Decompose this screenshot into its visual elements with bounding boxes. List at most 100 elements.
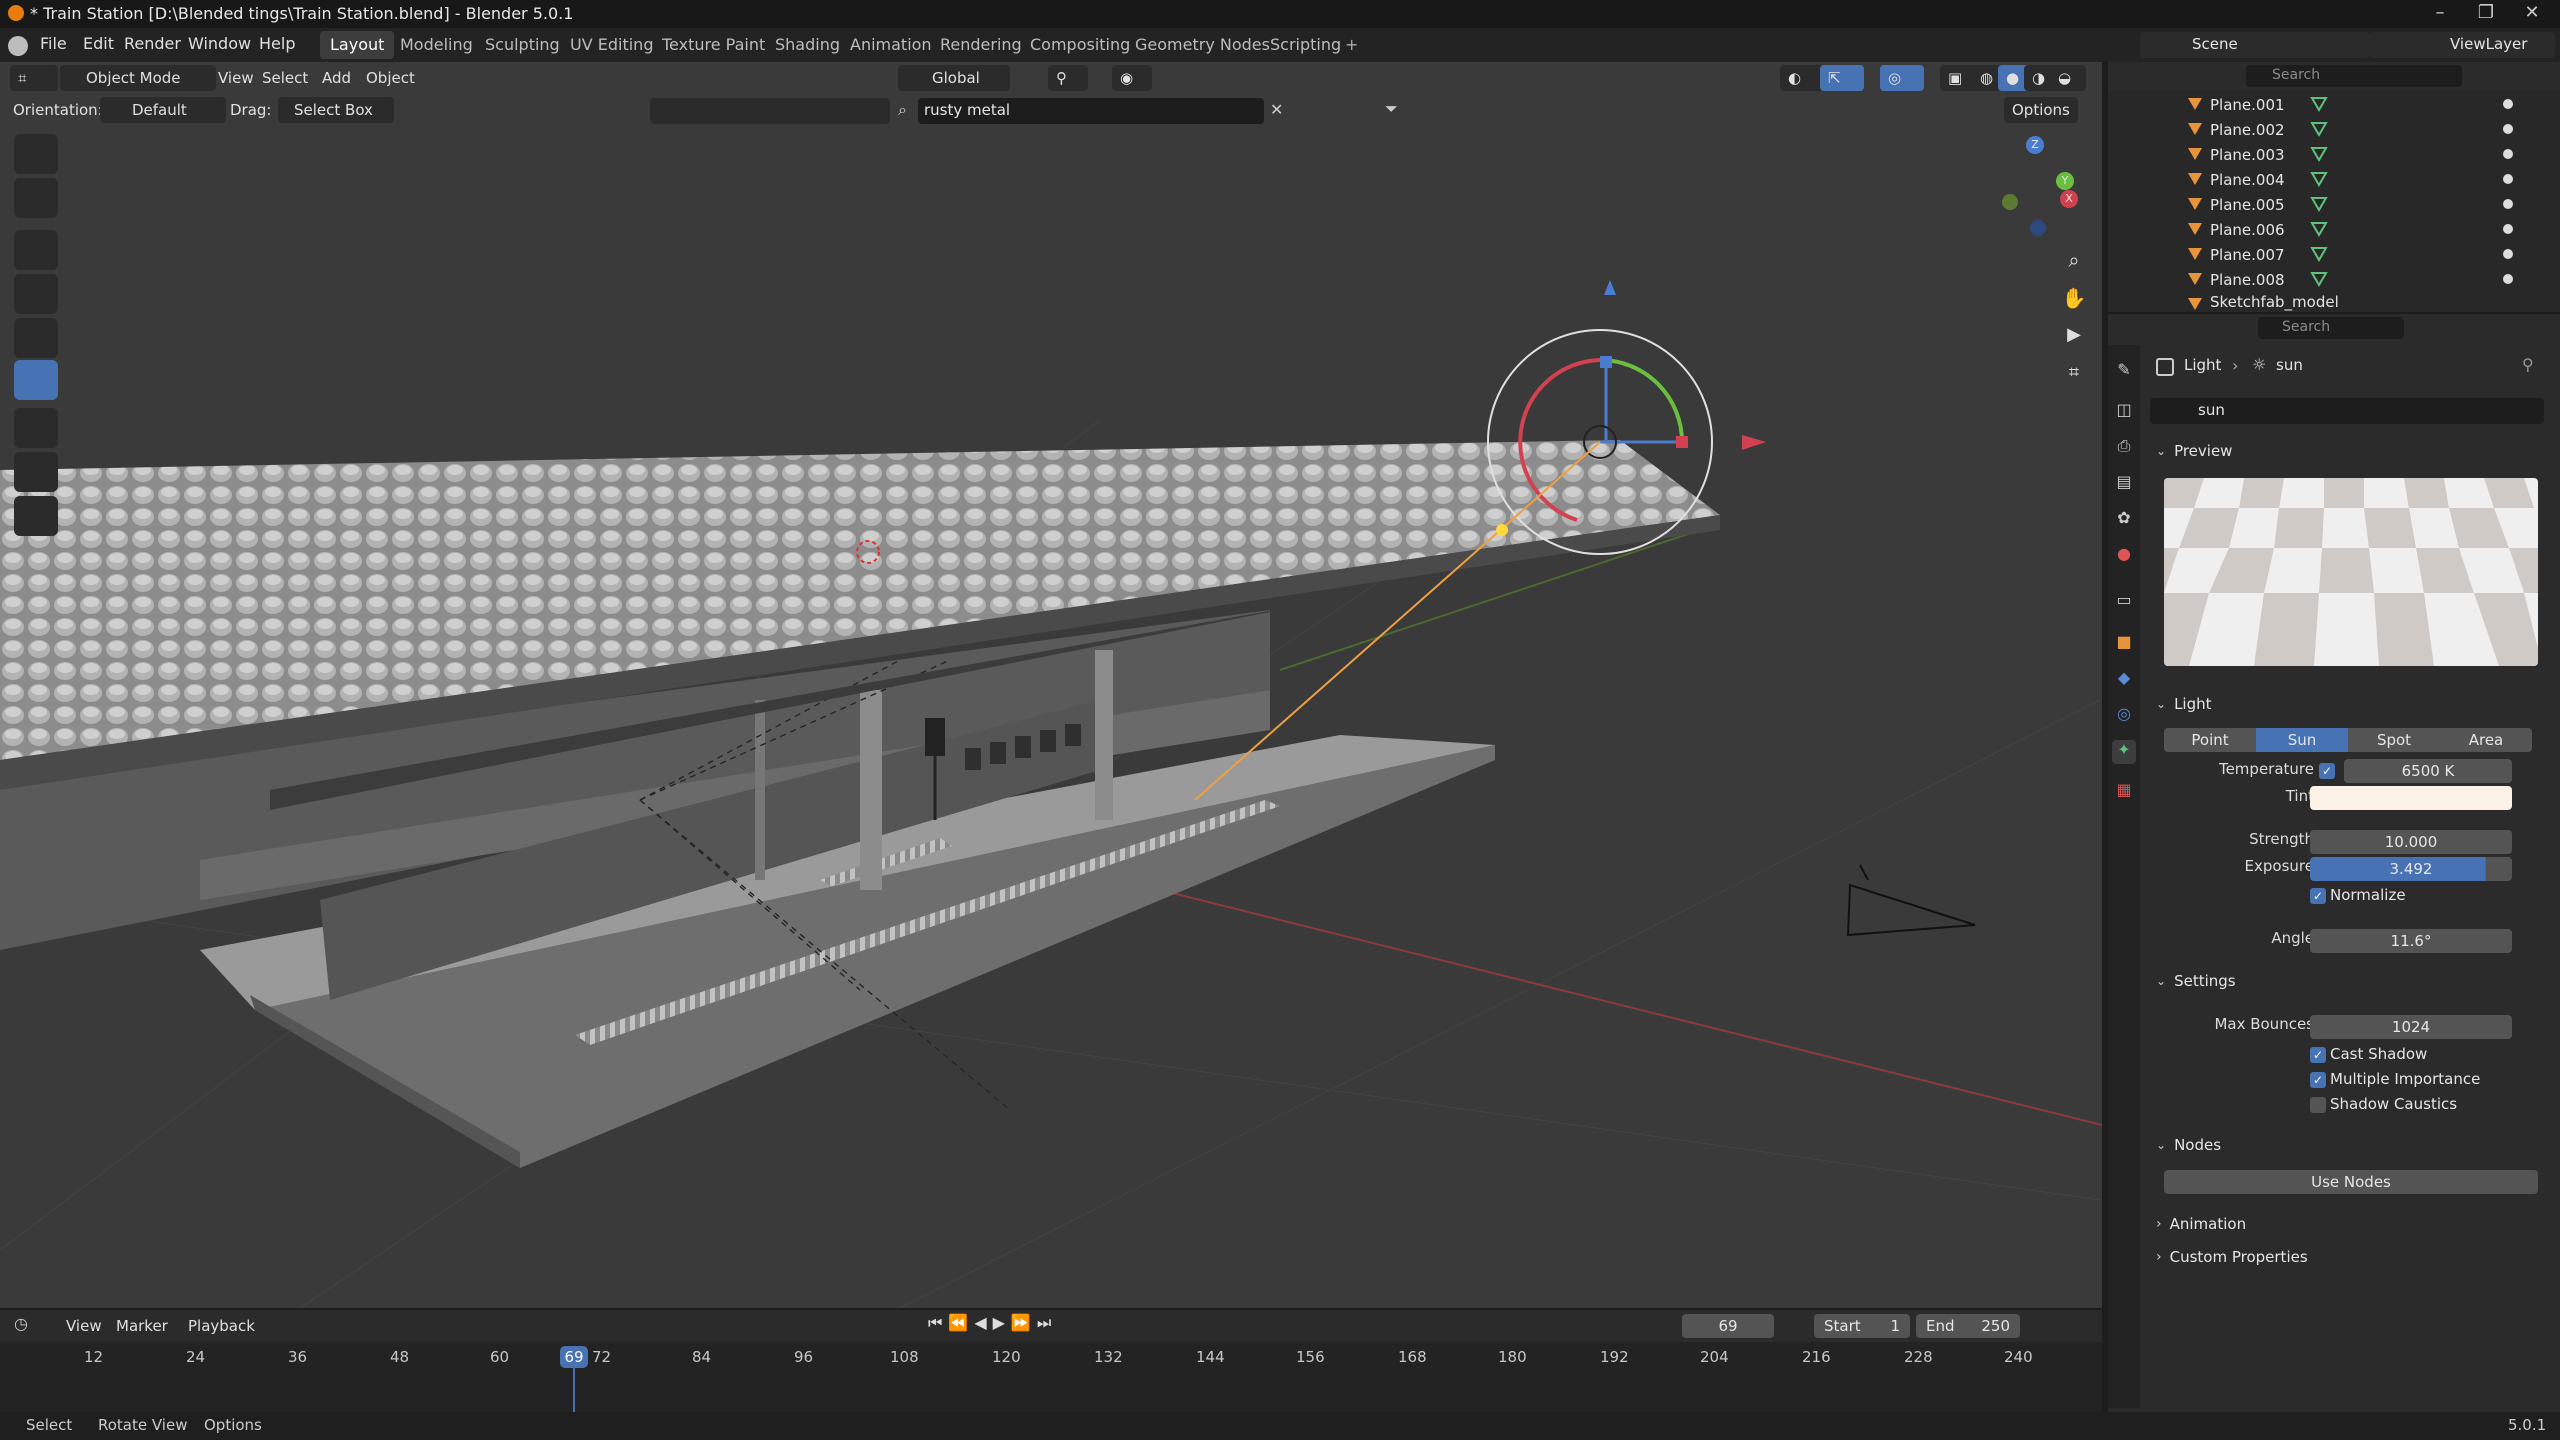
- view-layer-tab-icon[interactable]: ▤: [2112, 472, 2136, 496]
- maximize-icon[interactable]: ❐: [2466, 2, 2506, 26]
- outliner-search[interactable]: Search: [2246, 65, 2462, 87]
- world-tab-icon[interactable]: ●: [2112, 544, 2136, 568]
- add-workspace-icon[interactable]: +: [1335, 31, 1368, 59]
- max-bounces-field[interactable]: 1024: [2310, 1015, 2512, 1039]
- move-tool-icon[interactable]: [14, 230, 58, 270]
- tab-shading[interactable]: Shading: [765, 31, 850, 59]
- cast-shadow-checkbox[interactable]: ✓: [2310, 1047, 2326, 1063]
- angle-field[interactable]: 11.6°: [2310, 929, 2512, 953]
- viewlayer-selector[interactable]: ViewLayer: [2370, 32, 2555, 58]
- use-nodes-button[interactable]: Use Nodes: [2164, 1170, 2538, 1194]
- transform-tool-icon[interactable]: [14, 360, 58, 400]
- clear-search-icon[interactable]: ✕: [1270, 100, 1283, 119]
- scene-tab-icon[interactable]: ✿: [2112, 508, 2136, 532]
- physics-tab-icon[interactable]: ◎: [2112, 704, 2136, 728]
- shadow-caustics-checkbox[interactable]: [2310, 1097, 2326, 1113]
- preview-panel-header[interactable]: ⌄ Preview: [2150, 436, 2544, 466]
- navigation-gizmo[interactable]: Z Y X: [1990, 136, 2080, 236]
- output-tab-icon[interactable]: ⎙: [2112, 436, 2136, 460]
- tab-modeling[interactable]: Modeling: [390, 31, 483, 59]
- select-box-tool-icon[interactable]: [14, 134, 58, 174]
- datablock-selector[interactable]: sun: [2150, 398, 2544, 424]
- pin-icon[interactable]: ⚲: [2522, 355, 2534, 374]
- exposure-field[interactable]: 3.492: [2310, 857, 2512, 881]
- transform-orientation-dropdown[interactable]: Global: [898, 65, 1010, 91]
- tab-geometry-nodes[interactable]: Geometry Nodes: [1125, 31, 1280, 59]
- axis-negz-icon[interactable]: [2030, 220, 2046, 236]
- modifier-tab-icon[interactable]: ◆: [2112, 668, 2136, 692]
- start-frame-field[interactable]: Start 1: [1814, 1314, 1910, 1338]
- add-cube-tool-icon[interactable]: [14, 496, 58, 536]
- 3d-viewport[interactable]: ⌗ Object Mode View Select Add Object Glo…: [0, 62, 2102, 1308]
- xray-icon[interactable]: ▣: [1940, 65, 1976, 91]
- pan-icon[interactable]: ✋: [2058, 286, 2090, 318]
- custom-props-panel-header[interactable]: › Custom Properties: [2150, 1242, 2544, 1272]
- playback-controls[interactable]: ⏮⏪◀▶⏩⏭: [928, 1313, 1057, 1333]
- cursor-tool-icon[interactable]: [14, 178, 58, 218]
- camera-view-icon[interactable]: ▶: [2058, 324, 2090, 356]
- nodes-panel-header[interactable]: ⌄ Nodes: [2150, 1130, 2544, 1160]
- tool-tab-icon[interactable]: ✎: [2112, 360, 2136, 384]
- timeline-menu-playback[interactable]: Playback: [180, 1313, 263, 1339]
- collection-tab-icon[interactable]: ▭: [2112, 590, 2136, 614]
- multiple-importance-checkbox[interactable]: ✓: [2310, 1072, 2326, 1088]
- proportional-edit-icon[interactable]: ◉: [1112, 65, 1152, 91]
- normalize-checkbox[interactable]: ✓: [2310, 888, 2326, 904]
- measure-tool-icon[interactable]: [14, 452, 58, 492]
- scale-tool-icon[interactable]: [14, 318, 58, 358]
- end-frame-field[interactable]: End 250: [1916, 1314, 2020, 1338]
- rotate-tool-icon[interactable]: [14, 274, 58, 314]
- gizmo-icon[interactable]: ⇱: [1820, 65, 1864, 91]
- menu-file[interactable]: File: [40, 34, 67, 53]
- drag-dropdown[interactable]: Select Box: [278, 97, 394, 123]
- viewport-search-input[interactable]: rusty metal: [918, 98, 1264, 124]
- tint-color-swatch[interactable]: [2310, 786, 2512, 810]
- blender-menu-icon[interactable]: [8, 36, 28, 56]
- render-tab-icon[interactable]: ◫: [2112, 400, 2136, 424]
- menu-window[interactable]: Window: [188, 34, 251, 53]
- filter-icon[interactable]: ⏷: [1385, 99, 1398, 119]
- tab-rendering[interactable]: Rendering: [930, 31, 1032, 59]
- minimize-icon[interactable]: –: [2420, 2, 2460, 26]
- strength-field[interactable]: 10.000: [2310, 830, 2512, 854]
- light-type-sun[interactable]: Sun: [2256, 728, 2348, 752]
- mode-dropdown[interactable]: Object Mode: [60, 65, 216, 91]
- timeline-menu-marker[interactable]: Marker: [108, 1313, 176, 1339]
- tab-texture-paint[interactable]: Texture Paint: [652, 31, 775, 59]
- tab-uv-editing[interactable]: UV Editing: [560, 31, 663, 59]
- tab-sculpting[interactable]: Sculpting: [475, 31, 570, 59]
- tab-layout[interactable]: Layout: [320, 31, 395, 59]
- menu-edit[interactable]: Edit: [83, 34, 114, 53]
- temperature-checkbox[interactable]: ✓: [2319, 763, 2335, 779]
- light-type-area[interactable]: Area: [2440, 728, 2532, 752]
- menu-help[interactable]: Help: [259, 34, 295, 53]
- menu-select[interactable]: Select: [254, 65, 316, 91]
- timeline-editor-type-icon[interactable]: ◷: [14, 1314, 42, 1338]
- menu-object[interactable]: Object: [358, 65, 423, 91]
- visibility-icon[interactable]: ◐: [1780, 65, 1824, 91]
- current-frame-field[interactable]: 69: [1682, 1314, 1774, 1338]
- rendered-shading-icon[interactable]: ◒: [2050, 65, 2086, 91]
- axis-x-icon[interactable]: X: [2060, 190, 2078, 208]
- axis-z-icon[interactable]: Z: [2026, 136, 2044, 154]
- object-tab-icon[interactable]: ■: [2112, 632, 2136, 656]
- playhead-label[interactable]: 69: [560, 1346, 588, 1368]
- texture-tab-icon[interactable]: ▦: [2112, 780, 2136, 804]
- options-button[interactable]: Options: [2004, 97, 2078, 123]
- close-icon[interactable]: ✕: [2512, 2, 2552, 26]
- menu-add[interactable]: Add: [314, 65, 359, 91]
- zoom-icon[interactable]: ⌕: [2058, 248, 2090, 280]
- light-type-spot[interactable]: Spot: [2348, 728, 2440, 752]
- editor-type-button[interactable]: ⌗: [10, 65, 58, 91]
- settings-panel-header[interactable]: ⌄ Settings: [2150, 966, 2544, 996]
- tab-animation[interactable]: Animation: [840, 31, 942, 59]
- menu-render[interactable]: Render: [124, 34, 181, 53]
- light-type-point[interactable]: Point: [2164, 728, 2256, 752]
- snap-icon[interactable]: ⚲: [1048, 65, 1088, 91]
- properties-search[interactable]: Search: [2258, 317, 2404, 339]
- animation-panel-header[interactable]: › Animation: [2150, 1209, 2544, 1239]
- temperature-field[interactable]: 6500 K: [2344, 759, 2512, 783]
- axis-y-icon[interactable]: Y: [2056, 172, 2074, 190]
- overlay-icon[interactable]: ◎: [1880, 65, 1924, 91]
- perspective-toggle-icon[interactable]: ⌗: [2058, 362, 2090, 394]
